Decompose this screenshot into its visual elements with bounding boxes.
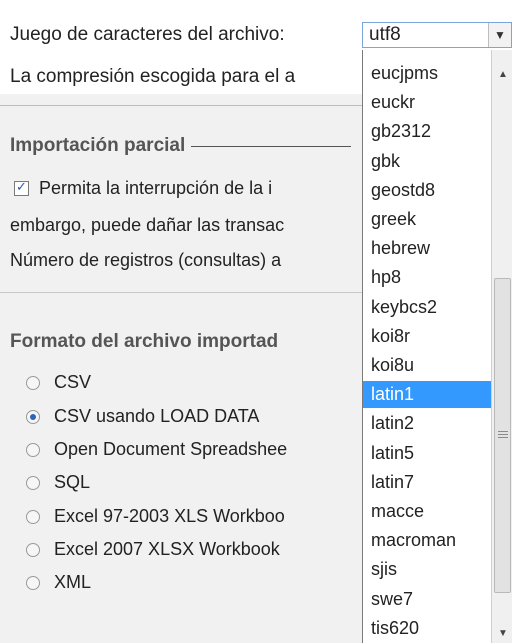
format-option[interactable]: CSV: [26, 372, 91, 393]
charset-option[interactable]: macroman: [363, 527, 491, 554]
format-option-label: Open Document Spreadshee: [54, 439, 288, 459]
format-option[interactable]: Excel 2007 XLSX Workbook: [26, 539, 280, 560]
format-option-label: SQL: [54, 472, 91, 492]
charset-dropdown-list[interactable]: eucjpms euckr gb2312 gbk geostd8 greek hebrew h…: [362, 50, 512, 643]
format-option[interactable]: SQL: [26, 472, 90, 493]
legend-rule: [191, 145, 352, 147]
format-option[interactable]: Open Document Spreadshee: [26, 439, 287, 460]
charset-option[interactable]: geostd8: [363, 177, 491, 204]
format-radio[interactable]: [26, 475, 40, 490]
charset-option[interactable]: keybcs2: [363, 294, 491, 321]
section-divider-2: [0, 292, 362, 293]
format-radio[interactable]: [26, 542, 40, 557]
charset-option[interactable]: macce: [363, 498, 491, 525]
charset-option[interactable]: euckr: [363, 89, 491, 116]
interrupt-warning-text: embargo, puede dañar las transac: [10, 215, 285, 235]
grip-icon: [498, 429, 508, 440]
charset-option[interactable]: latin5: [363, 440, 491, 467]
charset-option[interactable]: latin7: [363, 469, 491, 496]
charset-option[interactable]: tis620: [363, 615, 491, 642]
charset-option[interactable]: gb2312: [363, 118, 491, 145]
format-option[interactable]: XML: [26, 572, 91, 593]
skip-records-label: Número de registros (consultas) a: [10, 250, 282, 270]
allow-interrupt-checkbox[interactable]: [14, 179, 29, 196]
format-option-label: Excel 2007 XLSX Workbook: [54, 539, 280, 559]
charset-option[interactable]: latin1: [363, 381, 491, 409]
format-radio[interactable]: [26, 442, 40, 457]
charset-option[interactable]: swe7: [363, 586, 491, 613]
format-radio[interactable]: [26, 409, 40, 424]
charset-dropdown-button[interactable]: ▼: [488, 23, 511, 47]
partial-import-title: Importación parcial: [10, 135, 186, 156]
format-option-label: CSV: [54, 372, 92, 392]
allow-interrupt-option[interactable]: Permita la interrupción de la i: [14, 178, 272, 199]
format-option[interactable]: Excel 97-2003 XLS Workboo: [26, 506, 285, 527]
section-divider: [0, 105, 362, 106]
format-radio[interactable]: [26, 375, 40, 390]
chevron-down-icon: ▼: [494, 28, 506, 42]
charset-option[interactable]: koi8u: [363, 352, 491, 379]
charset-option[interactable]: hebrew: [363, 235, 491, 262]
format-radio[interactable]: [26, 575, 40, 590]
charset-select[interactable]: utf8 ▼: [362, 22, 512, 48]
format-option-label: XML: [54, 572, 92, 592]
scroll-down-arrow-icon[interactable]: ▼: [492, 623, 512, 643]
charset-option[interactable]: eucjpms: [363, 60, 491, 87]
charset-option[interactable]: hp8: [363, 264, 491, 291]
charset-label: Juego de caracteres del archivo:: [10, 24, 285, 45]
charset-option[interactable]: latin2: [363, 410, 491, 437]
dropdown-scrollbar[interactable]: ▲ ▼: [491, 50, 512, 643]
charset-option[interactable]: sjis: [363, 556, 491, 583]
charset-option[interactable]: koi8r: [363, 323, 491, 350]
charset-option[interactable]: greek: [363, 206, 491, 233]
format-option[interactable]: CSV usando LOAD DATA: [26, 406, 259, 427]
scroll-up-arrow-icon[interactable]: ▲: [492, 64, 512, 84]
charset-select-value: utf8: [369, 24, 401, 45]
format-option-label: Excel 97-2003 XLS Workboo: [54, 506, 285, 526]
partial-import-legend: Importación parcial: [10, 135, 352, 157]
compression-text: La compresión escogida para el a: [10, 66, 296, 87]
allow-interrupt-label: Permita la interrupción de la i: [39, 178, 273, 198]
format-radio[interactable]: [26, 509, 40, 524]
import-format-title: Formato del archivo importad: [10, 331, 279, 352]
charset-option[interactable]: gbk: [363, 148, 491, 175]
format-option-label: CSV usando LOAD DATA: [54, 406, 260, 426]
scroll-thumb[interactable]: [494, 278, 511, 593]
